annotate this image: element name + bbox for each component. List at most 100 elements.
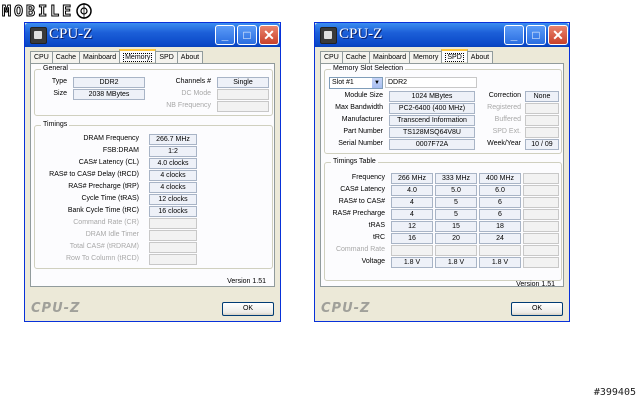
timing-label: Cycle Time (tRAS)	[81, 195, 139, 202]
channels-value: Single	[217, 77, 269, 88]
timings-group-title: Timings	[41, 121, 70, 129]
spd-ext-label: SPD Ext.	[492, 128, 521, 135]
cpuz-window-memory: CPU-Z _ □ ✕ CPU Cache Mainboard Memory S…	[24, 22, 281, 322]
table-cell: 333 MHz	[435, 173, 477, 184]
maximize-icon: □	[243, 28, 251, 42]
week-year-value: 10 / 09	[525, 139, 559, 150]
table-cell-empty	[523, 257, 559, 268]
table-cell: 12	[391, 221, 433, 232]
table-cell-empty	[523, 185, 559, 196]
command-rate-label: Command Rate	[335, 246, 385, 253]
tab-cpu[interactable]: CPU	[320, 51, 343, 63]
table-cell-empty	[523, 221, 559, 232]
timing-value: 16 clocks	[149, 206, 197, 217]
maximize-icon: □	[532, 28, 540, 42]
maximize-button[interactable]: □	[237, 25, 257, 45]
close-button[interactable]: ✕	[259, 25, 279, 45]
cpuz-footer-logo: CPU-Z	[31, 301, 81, 316]
buffered-value	[525, 115, 559, 126]
nb-frequency-label: NB Frequency	[166, 102, 211, 109]
table-cell	[391, 245, 433, 256]
close-button[interactable]: ✕	[548, 25, 568, 45]
close-icon: ✕	[263, 27, 275, 43]
tab-cache[interactable]: Cache	[51, 51, 81, 63]
table-cell: 18	[479, 221, 521, 232]
tab-about[interactable]: About	[176, 51, 204, 63]
minimize-icon: _	[510, 28, 518, 42]
site-logo-mark-icon	[76, 3, 92, 19]
site-logo: MOBILE	[1, 2, 93, 21]
table-cell: 1.8 V	[479, 257, 521, 268]
tab-memory[interactable]: Memory	[409, 51, 443, 63]
table-cell: 4	[391, 209, 433, 220]
slot-select[interactable]: Slot #1 ▼	[329, 77, 383, 89]
dc-mode-label: DC Mode	[181, 90, 211, 97]
table-cell-empty	[523, 197, 559, 208]
minimize-button[interactable]: _	[215, 25, 235, 45]
tab-cache[interactable]: Cache	[341, 51, 371, 63]
tab-spd[interactable]: SPD	[155, 51, 178, 63]
timing-value: 266.7 MHz	[149, 134, 197, 145]
tab-mainboard[interactable]: Mainboard	[369, 51, 411, 63]
cpuz-footer-logo: CPU-Z	[321, 301, 371, 316]
table-cell: 4.0	[391, 185, 433, 196]
part-number-value: TS128MSQ64V8U	[389, 127, 475, 138]
trc-label: tRC	[372, 234, 385, 241]
close-icon: ✕	[552, 27, 564, 43]
timing-value: 4.0 clocks	[149, 158, 197, 169]
table-cell: 24	[479, 233, 521, 244]
timing-value: 4 clocks	[149, 182, 197, 193]
ras-to-cas-label: RAS# to CAS#	[338, 198, 385, 205]
general-group-title: General	[41, 65, 70, 73]
timing-value	[149, 254, 197, 265]
title-bar[interactable]: CPU-Z _ □ ✕	[315, 23, 569, 47]
channels-label: Channels #	[175, 78, 211, 85]
table-cell: 15	[435, 221, 477, 232]
voltage-label: Voltage	[361, 258, 385, 265]
general-group: General Type DDR2 Size 2038 MBytes Chann…	[34, 65, 273, 116]
title-bar[interactable]: CPU-Z _ □ ✕	[25, 23, 280, 47]
timing-value: 4 clocks	[149, 170, 197, 181]
table-cell: 1.8 V	[391, 257, 433, 268]
maximize-button[interactable]: □	[526, 25, 546, 45]
table-cell: 400 MHz	[479, 173, 521, 184]
tras-label: tRAS	[368, 222, 385, 229]
cpuz-app-icon	[30, 27, 47, 44]
timing-label: DRAM Frequency	[83, 135, 139, 142]
timing-label: Bank Cycle Time (tRC)	[67, 207, 139, 214]
table-cell: 5	[435, 209, 477, 220]
table-cell-empty	[523, 245, 559, 256]
watermark-code: #399405	[593, 387, 636, 398]
tab-cpu[interactable]: CPU	[30, 51, 53, 63]
slot-select-value: Slot #1	[332, 79, 354, 86]
registered-value	[525, 103, 559, 114]
window-title: CPU-Z	[339, 26, 383, 42]
table-cell-empty	[523, 173, 559, 184]
buffered-label: Buffered	[494, 116, 521, 123]
ras-precharge-label: RAS# Precharge	[332, 210, 385, 217]
timing-value	[149, 218, 197, 229]
tab-spd[interactable]: SPD	[441, 49, 468, 62]
chevron-down-icon[interactable]: ▼	[372, 78, 382, 88]
week-year-label: Week/Year	[487, 140, 521, 147]
minimize-button[interactable]: _	[504, 25, 524, 45]
timings-table-group: Timings Table Frequency 266 MHz 333 MHz …	[324, 158, 562, 281]
serial-number-label: Serial Number	[338, 140, 383, 147]
table-cell: 6.0	[479, 185, 521, 196]
tab-mainboard[interactable]: Mainboard	[79, 51, 121, 63]
memory-slot-group-title: Memory Slot Selection	[331, 65, 406, 73]
ok-button[interactable]: OK	[222, 302, 274, 316]
table-cell-empty	[523, 233, 559, 244]
tab-about[interactable]: About	[466, 51, 494, 63]
tab-spd-label: SPD	[445, 53, 464, 62]
size-label: Size	[53, 90, 67, 97]
tab-memory[interactable]: Memory	[119, 49, 157, 62]
memory-slot-group: Memory Slot Selection Slot #1 ▼ DDR2 Mod…	[324, 65, 562, 154]
timing-label: RAS# to CAS# Delay (tRCD)	[49, 171, 139, 178]
tab-panel-spd: Memory Slot Selection Slot #1 ▼ DDR2 Mod…	[320, 63, 564, 288]
ok-button[interactable]: OK	[511, 302, 563, 316]
type-value: DDR2	[73, 77, 145, 88]
tab-bar: CPU Cache Mainboard Memory SPD About	[320, 49, 494, 63]
timing-label: Total CAS# (tRDRAM)	[69, 243, 139, 250]
serial-number-value: 0007F72A	[389, 139, 475, 150]
